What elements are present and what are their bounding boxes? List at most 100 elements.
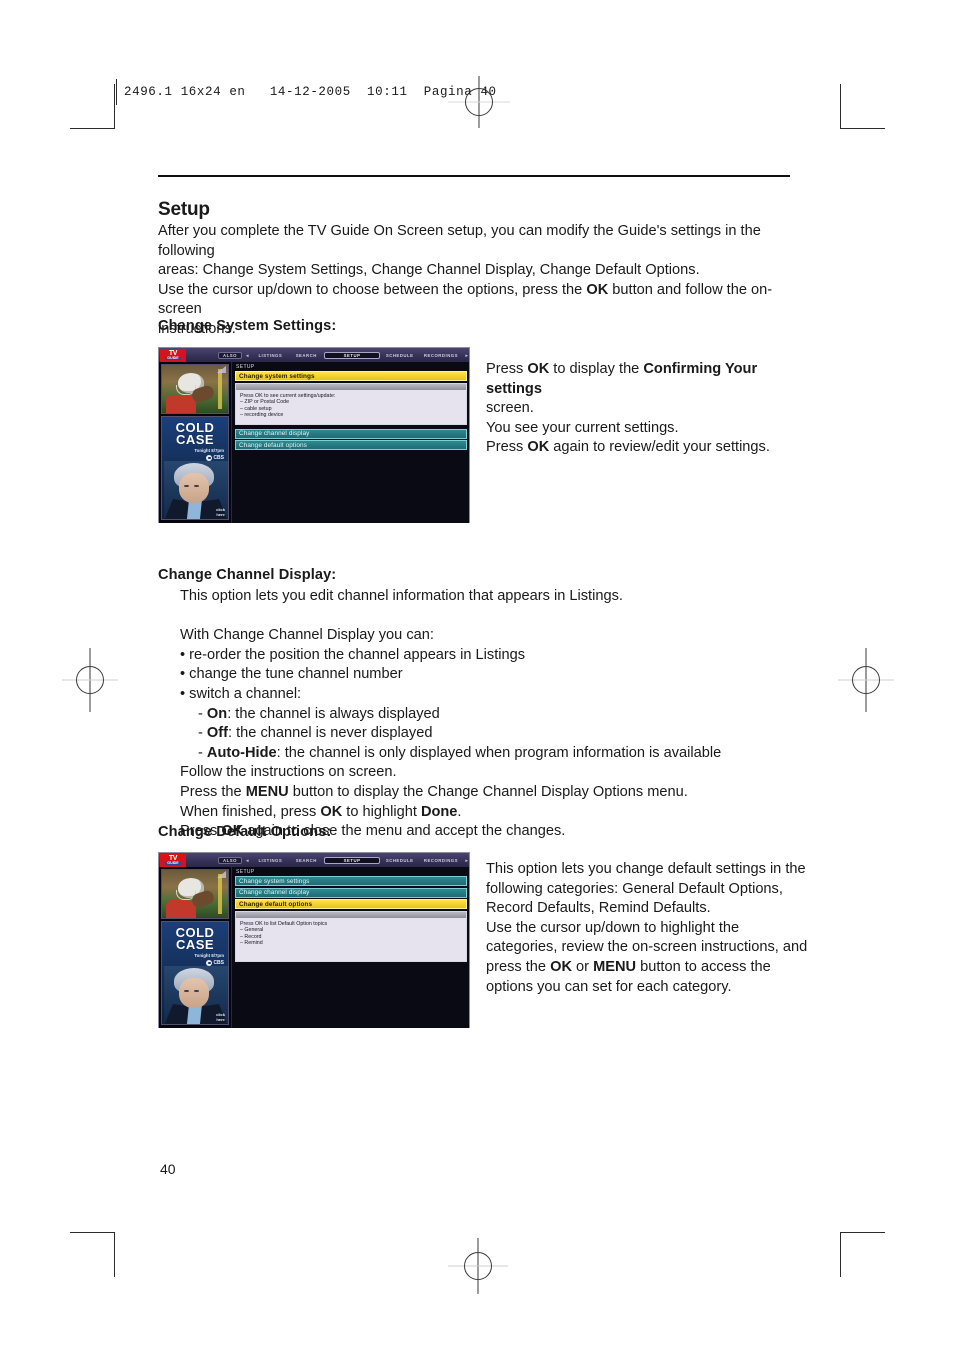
promo-ad-cold-case-1[interactable]: COLD CASE Tonight 8/7pm CBS click here [161, 416, 229, 520]
menu-row-change-system-settings-1[interactable]: Change system settings [235, 371, 467, 381]
nav-item-schedule-1[interactable]: SCHEDULE [380, 353, 420, 358]
ccd-sub-auto: - Auto-Hide: the channel is only display… [198, 744, 722, 761]
setup-intro-line-3a: Use the cursor up/down to choose between… [158, 281, 587, 298]
menu-row-change-default-options-2[interactable]: Change default options [235, 899, 467, 909]
tvguide-logo2-line2: GUIDE [165, 860, 181, 866]
ok-keyword: OK [586, 281, 609, 298]
page-number: 40 [160, 1161, 176, 1177]
note-cdo-6a: press the [486, 958, 551, 975]
note-css-4b: again to review/edit your settings. [549, 439, 770, 456]
setup-intro-line-3: Use the cursor up/down to choose between… [158, 281, 798, 320]
nav-item-recordings-2[interactable]: RECORDINGS [419, 858, 462, 863]
promo-ad-cold-case-2[interactable]: COLD CASE Tonight 8/7pm CBS click here [161, 921, 229, 1025]
ccd-on-text: : the channel is always displayed [227, 705, 440, 722]
registration-mark-left [62, 648, 118, 712]
crop-mark-top-left-v [114, 84, 115, 129]
tvguide-body-1: COLD CASE Tonight 8/7pm CBS click here S… [159, 362, 469, 523]
infobox-line-4-1: – recording device [240, 412, 284, 419]
menu-row-change-system-settings-2[interactable]: Change system settings [235, 876, 467, 886]
nav-right-arrow-icon-2[interactable]: ► [465, 858, 469, 863]
nav-item-setup-2[interactable]: SETUP [324, 856, 380, 864]
ad-click-here-2[interactable]: click here [216, 1012, 225, 1022]
infobox-line-1-1: Press OK to see current settings/update: [240, 392, 336, 399]
infobox-top-bar-1 [235, 382, 467, 390]
done-keyword: Done [420, 803, 458, 820]
nav-item-also-1[interactable]: ALSO [218, 351, 242, 359]
ccd-line-5: When finished, press OK to highlight Don… [180, 803, 800, 823]
tvguide-nav-bar-1: TV GUIDE ALSO ◄ LISTINGS SEARCH SETUP SC… [159, 348, 469, 362]
nav-item-schedule-2[interactable]: SCHEDULE [380, 858, 420, 863]
header-rule [158, 175, 790, 177]
infobox-top-bar-2 [235, 910, 467, 918]
note-css-line-4: Press OK again to review/edit your setti… [486, 438, 806, 458]
nav-item-setup-1[interactable]: SETUP [324, 351, 380, 359]
tvguide-logo-2: TV GUIDE [160, 853, 186, 867]
tvguide-sidebar-2: COLD CASE Tonight 8/7pm CBS click here [159, 867, 232, 1028]
registration-mark-right [838, 648, 894, 712]
page-title: Setup [158, 199, 210, 220]
menu-keyword-2: MENU [593, 958, 637, 975]
ccd-line-1: This option lets you edit channel inform… [180, 588, 623, 604]
video-thumbnail-2[interactable] [161, 869, 229, 919]
ccd-bullet-1: • re-order the position the channel appe… [180, 646, 526, 663]
heading-change-channel-display: Change Channel Display: [158, 567, 337, 583]
panel-label-1: SETUP [236, 364, 255, 370]
nav-left-arrow-icon-1[interactable]: ◄ [245, 353, 249, 358]
tvguide-nav-bar-2: TV GUIDE ALSO ◄ LISTINGS SEARCH SETUP SC… [159, 853, 469, 867]
ad-title-line2-1: CASE [175, 432, 215, 447]
ad-airtime-2: Tonight 8/7pm [194, 953, 224, 958]
note-css-ok-1: OK [527, 361, 550, 377]
note-css-1b: to display the [549, 361, 644, 377]
ccd-5c: . [457, 803, 462, 820]
nav-item-listings-2[interactable]: LISTINGS [252, 858, 288, 863]
tvguide-main-panel-1: SETUP Change system settings Press OK to… [232, 362, 469, 523]
note-change-default-options: This option lets you change default sett… [486, 860, 816, 997]
video-thumbnail-1[interactable] [161, 364, 229, 414]
nav-item-search-2[interactable]: SEARCH [288, 858, 324, 863]
ccd-5b: to highlight [342, 803, 421, 820]
note-change-system-settings: Press OK to display the Confirming Your … [486, 360, 806, 458]
ad-airtime-1: Tonight 8/7pm [194, 448, 224, 453]
menu-keyword-1: MENU [245, 783, 289, 800]
menu-row-change-default-options-1[interactable]: Change default options [235, 440, 467, 451]
infobox-line-2-2: – General [240, 927, 264, 934]
ccd-on-label: On [206, 705, 228, 722]
infobox-line-4-2: – Remind [240, 940, 263, 947]
ad-click-here-1[interactable]: click here [216, 507, 225, 517]
ad-click-line2-2: here [216, 1016, 225, 1022]
ad-title-line2-2: CASE [175, 937, 215, 952]
ccd-off-text: : the channel is never displayed [228, 725, 433, 742]
nav-item-recordings-1[interactable]: RECORDINGS [419, 353, 462, 358]
ccd-5a: When finished, press [180, 803, 321, 820]
nav-right-arrow-icon-1[interactable]: ► [465, 353, 469, 358]
note-cdo-line-7: options you can set for each category. [486, 978, 732, 995]
nav-item-search-1[interactable]: SEARCH [288, 353, 324, 358]
menu-row-change-channel-display-1[interactable]: Change channel display [235, 428, 467, 439]
note-cdo-line-5: categories, review the on-screen instruc… [486, 939, 808, 956]
change-channel-display-body: This option lets you edit channel inform… [180, 587, 800, 842]
ccd-auto-text: : the channel is only displayed when pro… [276, 744, 722, 761]
nav-left-arrow-icon-2[interactable]: ◄ [245, 858, 249, 863]
nav-item-listings-1[interactable]: LISTINGS [252, 353, 288, 358]
infobox-line-3-2: – Record [240, 933, 262, 940]
note-css-ok-2: OK [527, 439, 550, 456]
imprint-text: 2496.1 16x24 en 14-12-2005 10:11 Pagina … [124, 85, 497, 99]
ccd-sub-off: - Off: the channel is never displayed [198, 725, 433, 742]
note-css-line-1: Press OK to display the Confirming Your … [486, 360, 806, 399]
ccd-sub-on: - On: the channel is always displayed [198, 705, 440, 722]
menu-row-change-channel-display-2[interactable]: Change channel display [235, 887, 467, 898]
note-cdo-6b: button to access the [636, 958, 771, 975]
note-css-4a: Press [486, 439, 528, 456]
infobox-line-1-2: Press OK to list Default Option topics [240, 920, 328, 927]
ccd-auto-label: Auto-Hide [206, 744, 277, 761]
ccd-line-2: With Change Channel Display you can: [180, 627, 434, 644]
nav-item-also-2[interactable]: ALSO [218, 856, 242, 864]
ccd-off-label: Off [206, 725, 228, 742]
note-css-line-2: screen. [486, 400, 534, 417]
ccd-line-4: Press the MENU button to display the Cha… [180, 783, 800, 803]
tvguide-screenshot-default-options: TV GUIDE ALSO ◄ LISTINGS SEARCH SETUP SC… [158, 852, 470, 1028]
infobox-1: Press OK to see current settings/update:… [235, 389, 467, 425]
setup-intro-line-1: After you complete the TV Guide On Scree… [158, 223, 761, 259]
ccd-line-3: Follow the instructions on screen. [180, 764, 397, 781]
note-cdo-line-6: press the OK or MENU button to access th… [486, 958, 816, 978]
